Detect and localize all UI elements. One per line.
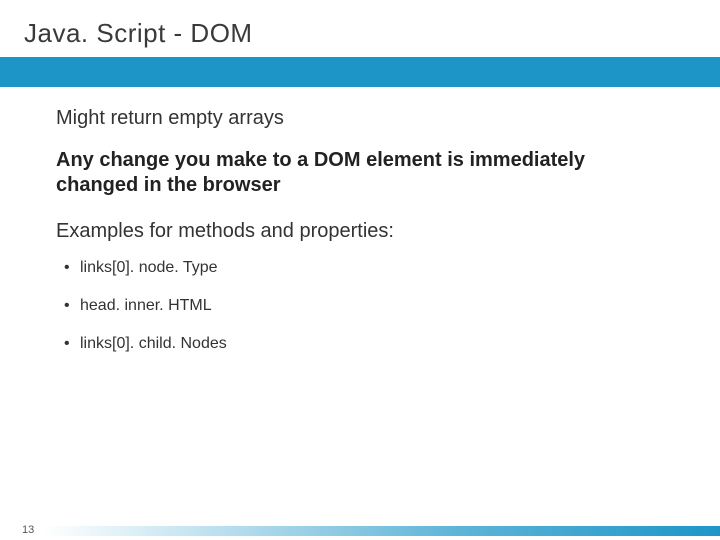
list-item: links[0]. node. Type <box>64 259 680 277</box>
title-underline-bar <box>0 57 720 87</box>
page-number: 13 <box>22 524 34 536</box>
footer-gradient-bar <box>44 526 720 536</box>
list-item: head. inner. HTML <box>64 297 680 315</box>
content-area: Might return empty arrays Any change you… <box>0 87 720 353</box>
footer: 13 <box>0 518 720 540</box>
bullet-list: links[0]. node. Type head. inner. HTML l… <box>56 259 680 353</box>
slide-title: Java. Script - DOM <box>24 18 720 49</box>
slide-container: Java. Script - DOM Might return empty ar… <box>0 0 720 540</box>
body-text-3: Examples for methods and properties: <box>56 220 680 243</box>
list-item: links[0]. child. Nodes <box>64 335 680 353</box>
body-text-1: Might return empty arrays <box>56 107 680 130</box>
title-area: Java. Script - DOM <box>0 0 720 57</box>
body-text-bold: Any change you make to a DOM element is … <box>56 148 616 198</box>
